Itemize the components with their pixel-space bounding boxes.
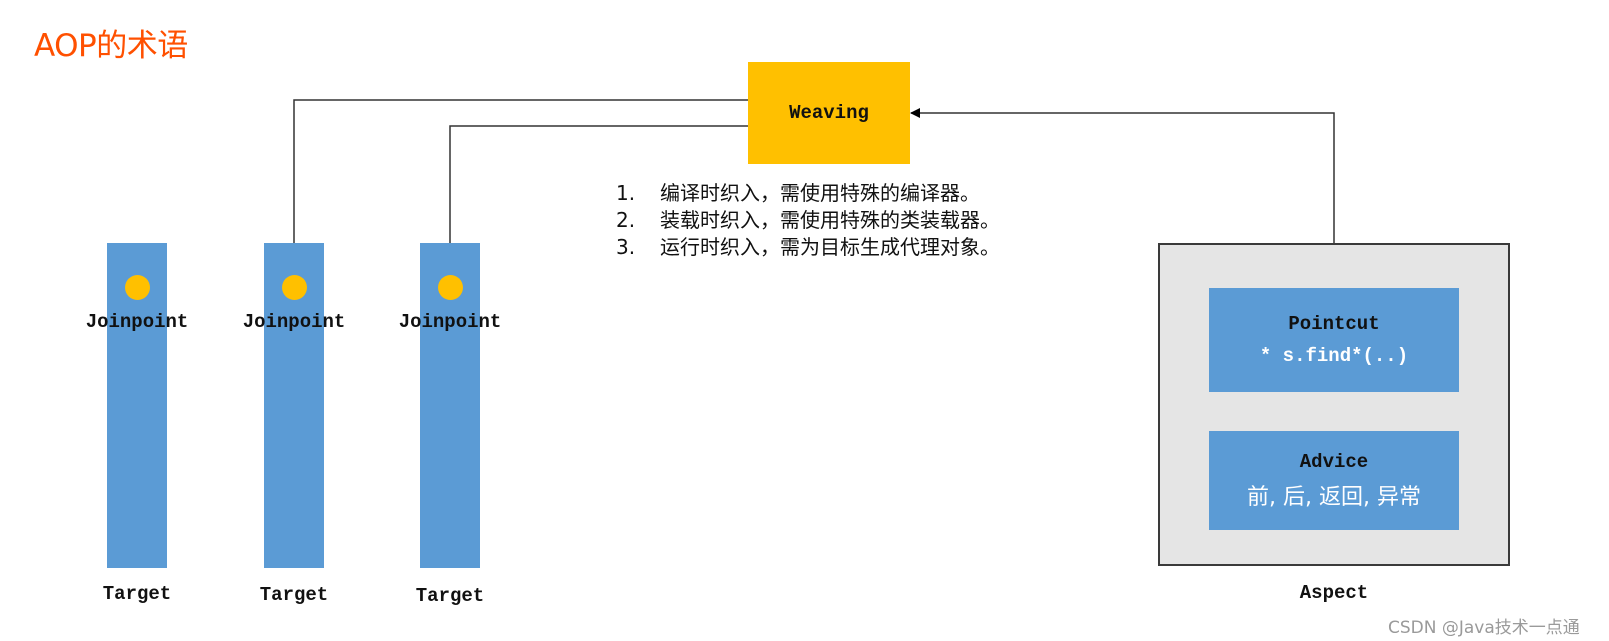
advice-types: 前, 后, 返回, 异常 <box>1247 484 1421 510</box>
step-text: 装载时织入，需使用特殊的类装载器。 <box>660 208 1000 232</box>
watermark: CSDN @Java技术一点通 <box>1388 618 1580 638</box>
step-text: 运行时织入，需为目标生成代理对象。 <box>660 235 1000 259</box>
target-label: Target <box>102 583 172 605</box>
joinpoint-dot <box>438 275 463 300</box>
joinpoint-dot <box>282 275 307 300</box>
aspect-label: Aspect <box>1299 582 1369 604</box>
target-label: Target <box>259 584 329 606</box>
weaving-box: Weaving <box>748 62 910 164</box>
weaving-step: 2. 装载时织入，需使用特殊的类装载器。 <box>616 207 1000 234</box>
pointcut-expression: * s.find*(..) <box>1259 345 1409 367</box>
step-number: 2. <box>616 208 636 232</box>
pointcut-title: Pointcut <box>1288 313 1380 335</box>
joinpoint-label: Joinpoint <box>85 311 189 333</box>
pointcut-box: Pointcut * s.find*(..) <box>1209 288 1459 392</box>
joinpoint-label: Joinpoint <box>242 311 346 333</box>
advice-box: Advice 前, 后, 返回, 异常 <box>1209 431 1459 530</box>
joinpoint-dot <box>125 275 150 300</box>
weaving-step: 3. 运行时织入，需为目标生成代理对象。 <box>616 234 1000 261</box>
step-number: 3. <box>616 235 636 259</box>
target-label: Target <box>415 585 485 607</box>
advice-title: Advice <box>1299 450 1369 473</box>
weaving-step: 1. 编译时织入，需使用特殊的编译器。 <box>616 180 1000 207</box>
joinpoint-label: Joinpoint <box>398 311 502 333</box>
step-text: 编译时织入，需使用特殊的编译器。 <box>660 181 980 205</box>
weaving-steps-list: 1. 编译时织入，需使用特殊的编译器。 2. 装载时织入，需使用特殊的类装载器。… <box>616 180 1000 261</box>
step-number: 1. <box>616 181 636 205</box>
